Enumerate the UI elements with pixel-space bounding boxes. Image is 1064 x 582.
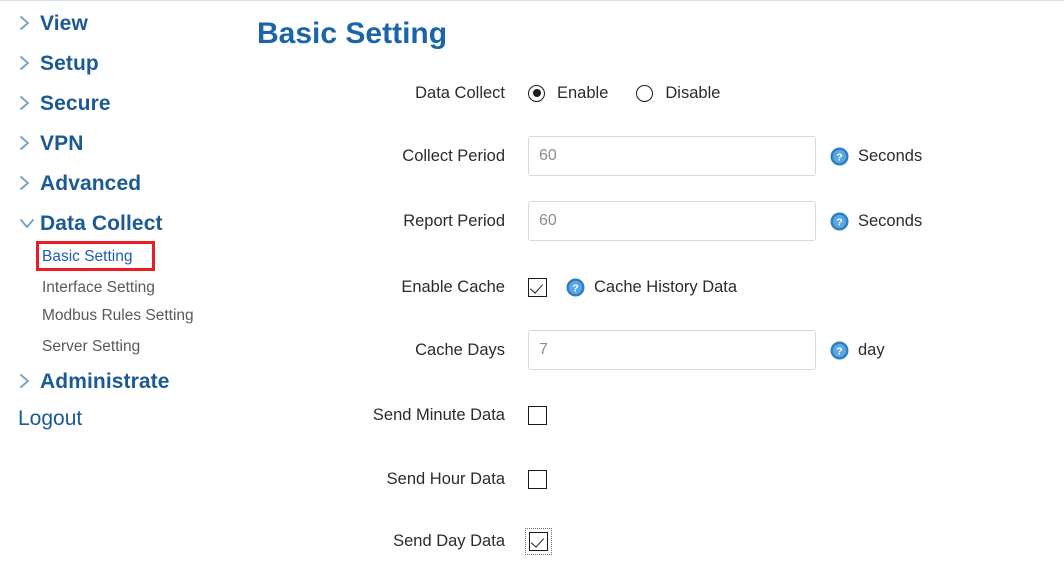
collect-period-input[interactable] [528, 136, 816, 176]
label-report-period: Report Period [403, 211, 505, 230]
chevron-right-icon [18, 94, 40, 112]
enable-cache-control: ? Cache History Data [528, 265, 737, 309]
send-day-data-focus-ring [525, 527, 552, 555]
svg-text:?: ? [572, 282, 578, 294]
form-row-send-minute-data: Send Minute Data [250, 393, 1064, 437]
help-question-icon[interactable]: ? [830, 341, 849, 360]
cache-days-unit: day [858, 340, 885, 359]
form-row-send-day-data: Send Day Data [250, 519, 1064, 563]
collect-period-control: ? Seconds [528, 134, 922, 178]
sidebar-item-secure[interactable]: Secure [18, 89, 111, 119]
label-send-hour-data: Send Hour Data [386, 469, 505, 488]
send-minute-data-control [528, 393, 547, 437]
sidebar-item-vpn[interactable]: VPN [18, 129, 83, 159]
cache-days-control: ? day [528, 328, 885, 372]
label-data-collect: Data Collect [415, 83, 505, 102]
label-collect-period: Collect Period [402, 146, 505, 165]
form-row-enable-cache: Enable Cache ? Cache History Data [250, 265, 1064, 309]
svg-text:?: ? [836, 216, 842, 228]
send-day-data-checkbox[interactable] [529, 531, 548, 551]
send-minute-data-checkbox[interactable] [528, 405, 547, 425]
chevron-right-icon [18, 134, 40, 152]
sidebar-item-label: Administrate [40, 370, 170, 393]
send-hour-data-checkbox[interactable] [528, 469, 547, 489]
radio-option-disable[interactable]: Disable [636, 84, 720, 103]
sidebar-item-view[interactable]: View [18, 9, 88, 39]
chevron-right-icon [18, 174, 40, 192]
send-hour-data-control [528, 457, 547, 501]
radio-enable-label: Enable [557, 83, 609, 102]
sidebar-item-basic-setting[interactable]: Basic Setting [42, 246, 132, 268]
sidebar-item-label: Data Collect [40, 212, 163, 235]
sidebar: View Setup Secure VPN Advanced Data Coll… [0, 1, 250, 582]
sidebar-item-label: Advanced [40, 172, 142, 195]
page-root: View Setup Secure VPN Advanced Data Coll… [0, 0, 1064, 582]
report-period-input[interactable] [528, 201, 816, 241]
form-row-collect-period: Collect Period ? Seconds [250, 134, 1064, 178]
sidebar-item-setup[interactable]: Setup [18, 49, 99, 79]
sidebar-item-administrate[interactable]: Administrate [18, 367, 170, 397]
enable-cache-hint: Cache History Data [594, 277, 738, 296]
label-send-day-data: Send Day Data [393, 531, 505, 550]
svg-text:?: ? [836, 151, 842, 163]
help-question-icon[interactable]: ? [566, 278, 585, 297]
label-enable-cache: Enable Cache [401, 277, 505, 296]
form-row-report-period: Report Period ? Seconds [250, 199, 1064, 243]
chevron-right-icon [18, 372, 40, 390]
sidebar-item-advanced[interactable]: Advanced [18, 169, 141, 199]
sidebar-item-interface-setting[interactable]: Interface Setting [42, 277, 155, 299]
sidebar-item-label: Setup [40, 52, 99, 75]
form-row-cache-days: Cache Days ? day [250, 328, 1064, 372]
sidebar-item-label: View [40, 12, 88, 35]
radio-disable-label: Disable [665, 83, 721, 102]
radio-option-enable[interactable]: Enable [528, 84, 608, 103]
help-question-icon[interactable]: ? [830, 212, 849, 231]
form-row-send-hour-data: Send Hour Data [250, 457, 1064, 501]
svg-text:?: ? [836, 345, 842, 357]
collect-period-unit: Seconds [858, 146, 923, 165]
sidebar-item-label: Secure [40, 92, 111, 115]
chevron-down-icon [18, 216, 40, 230]
page-title: Basic Setting [257, 17, 448, 50]
sidebar-item-label: VPN [40, 132, 84, 155]
main-content: Basic Setting Data Collect Enable Disabl… [250, 1, 1064, 582]
help-question-icon[interactable]: ? [830, 147, 849, 166]
sidebar-item-server-setting[interactable]: Server Setting [42, 336, 140, 358]
label-cache-days: Cache Days [415, 340, 505, 359]
send-day-data-control [525, 519, 552, 563]
sidebar-item-logout[interactable]: Logout [18, 407, 82, 431]
radio-enable-icon[interactable] [528, 84, 545, 102]
form-row-data-collect: Data Collect Enable Disable [250, 71, 1064, 115]
chevron-right-icon [18, 54, 40, 72]
radio-disable-icon[interactable] [636, 84, 654, 102]
sidebar-item-modbus-rules-setting[interactable]: Modbus Rules Setting [42, 305, 194, 327]
sidebar-item-data-collect[interactable]: Data Collect [18, 209, 163, 239]
chevron-right-icon [18, 14, 40, 32]
cache-days-input[interactable] [528, 330, 816, 370]
data-collect-radio-group: Enable Disable [528, 71, 720, 115]
enable-cache-checkbox[interactable] [528, 277, 547, 297]
report-period-control: ? Seconds [528, 199, 922, 243]
label-send-minute-data: Send Minute Data [372, 405, 505, 424]
report-period-unit: Seconds [858, 211, 923, 230]
